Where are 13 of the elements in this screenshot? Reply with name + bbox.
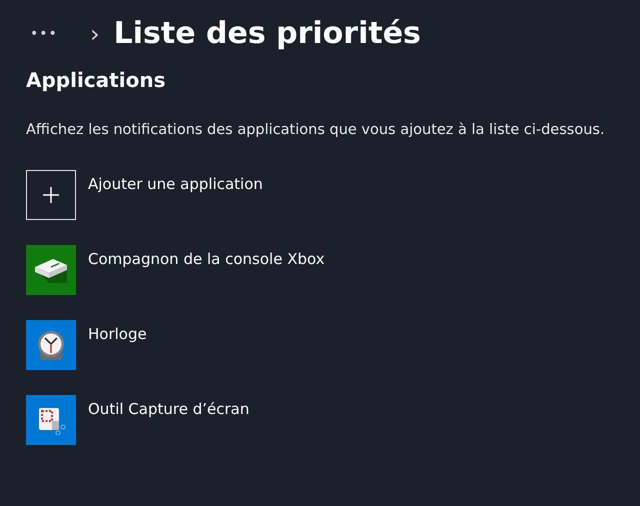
- app-name: Horloge: [88, 324, 147, 345]
- add-app-button[interactable]: [26, 170, 76, 220]
- add-app-label[interactable]: Ajouter une application: [88, 173, 263, 195]
- plus-icon: [42, 186, 60, 204]
- clock-icon: [36, 329, 66, 361]
- breadcrumb-separator: ›: [90, 22, 100, 46]
- more-button[interactable]: •••: [30, 26, 66, 42]
- snipping-icon: [36, 405, 66, 435]
- page-title: Liste des priorités: [114, 15, 421, 53]
- section-title: Applications: [26, 67, 166, 94]
- app-name: Outil Capture d’écran: [88, 399, 250, 420]
- section-description: Affichez les notifications des applications que vous ajoutez à la liste ci-dessous.: [26, 121, 606, 140]
- app-name: Compagnon de la console Xbox: [88, 249, 325, 270]
